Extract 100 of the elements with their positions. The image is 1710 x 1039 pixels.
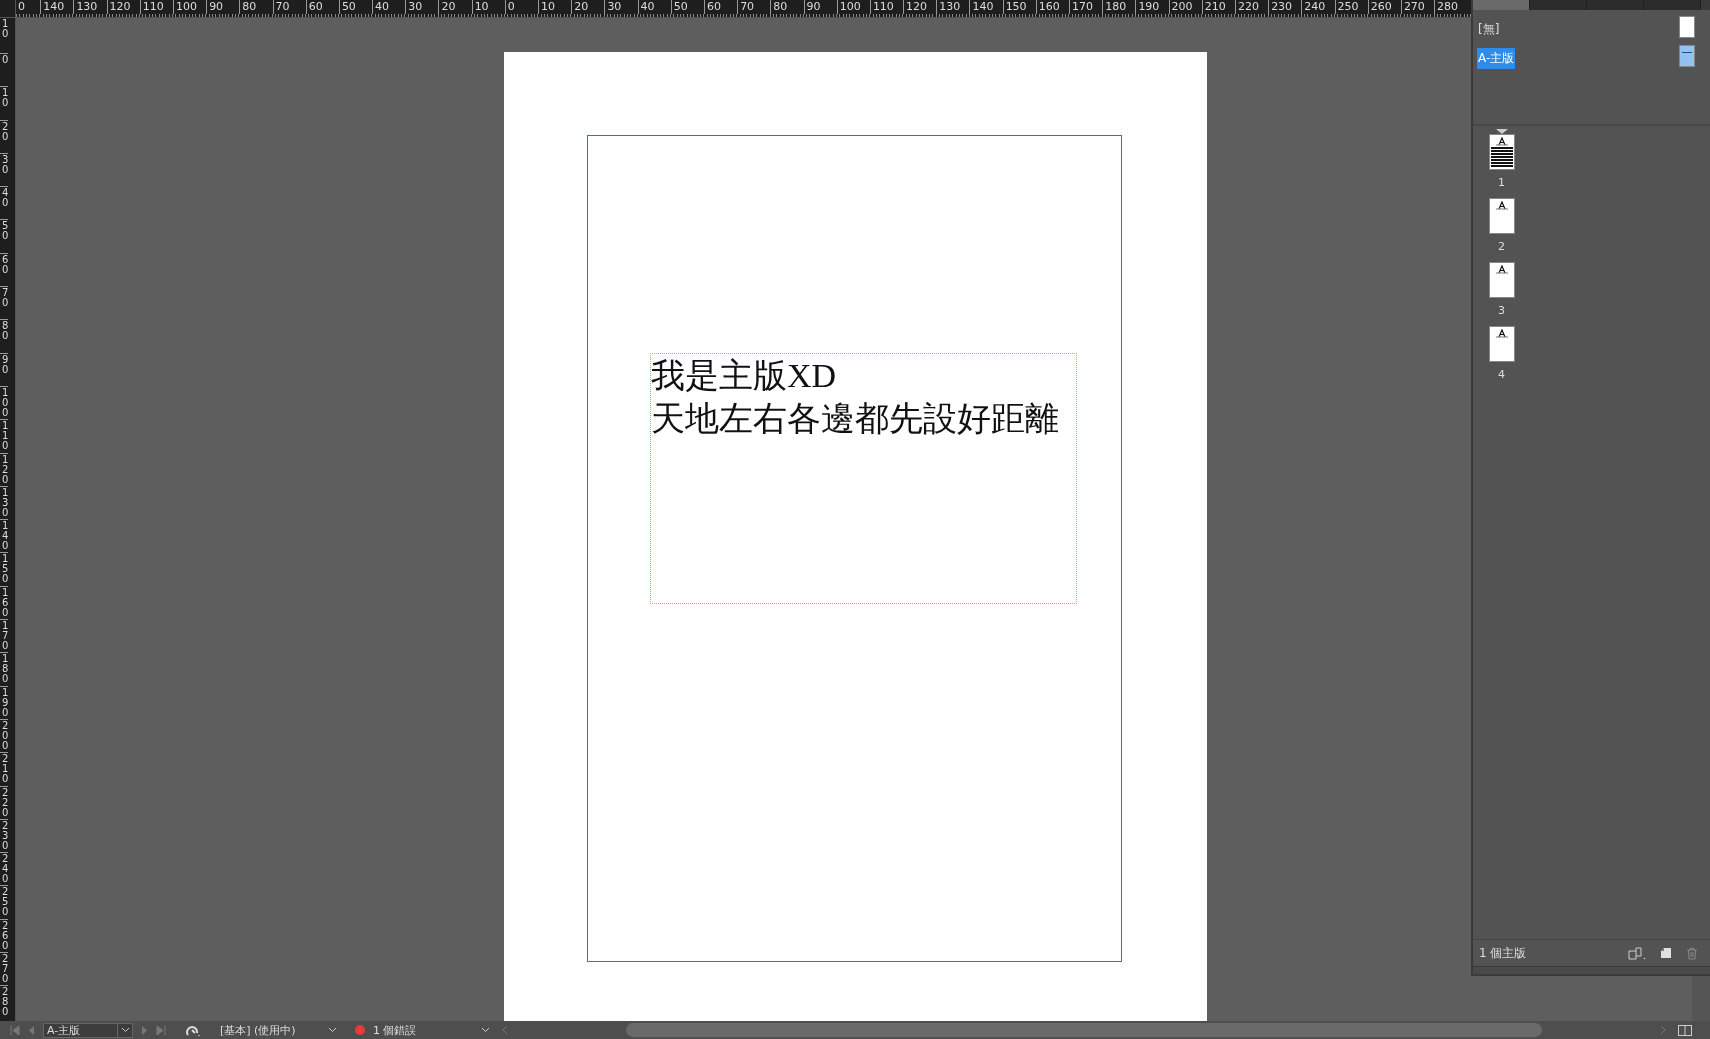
page-number: 2 <box>1498 240 1505 253</box>
ruler-label: 120 <box>903 0 937 14</box>
ruler-label: 230 <box>1268 0 1302 14</box>
ruler-label: 150 <box>1002 0 1036 14</box>
ruler-label: 170 <box>1069 0 1103 14</box>
ruler-label: 40 <box>637 0 671 14</box>
ruler-label: 120 <box>106 0 140 14</box>
ruler-label: 100 <box>836 0 870 14</box>
caret-icon <box>117 1023 132 1037</box>
ruler-label: 200 <box>0 718 8 753</box>
ruler-label: 60 <box>305 0 339 14</box>
ruler-label: 260 <box>0 918 8 952</box>
ruler-label: 120 <box>0 452 8 486</box>
caret-icon[interactable] <box>481 1027 490 1033</box>
ruler-label: 10 <box>538 0 572 14</box>
ruler-label: 100 <box>172 0 207 14</box>
ruler-label: 150 <box>0 552 8 586</box>
ruler-label: 180 <box>1102 0 1136 14</box>
ruler-label: 110 <box>139 0 173 14</box>
ruler-label: 200 <box>1168 0 1202 14</box>
page-size-icon[interactable] <box>1628 946 1646 960</box>
master-thumbnail[interactable] <box>1679 45 1695 67</box>
ruler-label: 20 <box>0 119 8 153</box>
ruler-label: 40 <box>0 186 8 220</box>
new-page-icon[interactable] <box>1660 947 1672 959</box>
error-count[interactable]: 1 個錯誤 <box>373 1022 473 1038</box>
page-thumbnail[interactable] <box>1489 134 1515 170</box>
resize-grip[interactable] <box>1473 966 1710 974</box>
page-dropdown[interactable]: A-主版 <box>43 1022 133 1038</box>
ruler-label: 100 <box>0 385 8 420</box>
ruler-label: 50 <box>670 0 704 14</box>
ruler-label: 180 <box>0 652 8 686</box>
page-thumbnail[interactable] <box>1489 326 1515 362</box>
ruler-label: 240 <box>0 852 8 886</box>
ruler-label: 130 <box>0 485 8 520</box>
last-page-icon[interactable] <box>156 1025 166 1035</box>
trash-icon[interactable] <box>1686 946 1698 960</box>
ruler-label: 80 <box>0 319 8 353</box>
ruler-label: 250 <box>1334 0 1368 14</box>
ruler-label: 130 <box>936 0 970 14</box>
ruler-label: 210 <box>0 752 8 786</box>
ruler-label: 160 <box>1035 0 1069 14</box>
split-view-icon[interactable] <box>1678 1024 1692 1036</box>
ruler-label: 210 <box>1201 0 1235 14</box>
scroll-right-icon[interactable] <box>1660 1025 1666 1035</box>
ruler-label: 50 <box>0 219 8 253</box>
ruler-label: 110 <box>869 0 904 14</box>
next-page-icon[interactable] <box>141 1025 148 1035</box>
caret-icon[interactable] <box>328 1027 337 1033</box>
ruler-label: 50 <box>338 0 373 14</box>
ruler-label: 80 <box>239 0 273 14</box>
ruler-label: 250 <box>0 885 8 919</box>
page-number: 4 <box>1498 368 1505 381</box>
ruler-label: 60 <box>703 0 738 14</box>
ruler-label: 130 <box>73 0 107 14</box>
master-item[interactable]: A-主版 <box>1477 48 1516 69</box>
ruler-label: 20 <box>571 0 605 14</box>
ruler-label: 40 <box>372 0 406 14</box>
page-thumbnail[interactable] <box>1489 262 1515 298</box>
text-frame[interactable]: 我是主版XD 天地左右各邊都先設好距離 <box>650 353 1077 604</box>
previous-page-icon[interactable] <box>28 1025 35 1035</box>
ruler-label: 80 <box>770 0 804 14</box>
page-number: 1 <box>1498 176 1505 189</box>
scroll-left-icon[interactable] <box>502 1025 508 1035</box>
ruler-label: 280 <box>1434 0 1468 14</box>
ruler-label: 10 <box>471 0 505 14</box>
error-status-icon <box>355 1025 365 1035</box>
ruler-label: 260 <box>1367 0 1401 14</box>
ruler-label: 90 <box>0 352 8 386</box>
vertical-scrollbar[interactable] <box>1692 976 1710 1021</box>
ruler-label: 170 <box>0 619 8 653</box>
ruler-label: 270 <box>0 952 8 986</box>
ruler-label: 140 <box>40 0 74 14</box>
ruler-label: 0 <box>504 0 538 14</box>
ruler-label: 220 <box>0 785 8 819</box>
preflight-profile-dropdown[interactable]: [基本] (使用中) <box>220 1022 320 1038</box>
preflight-icon[interactable] <box>186 1023 202 1037</box>
ruler-label: 20 <box>438 0 472 14</box>
master-thumbnail[interactable] <box>1679 16 1695 38</box>
ruler-label: 0 <box>17 0 26 14</box>
ruler-label: 90 <box>206 0 240 14</box>
page-thumbnail[interactable] <box>1489 198 1515 234</box>
horizontal-scrollbar[interactable] <box>626 1023 1542 1037</box>
page-number: 3 <box>1498 304 1505 317</box>
first-page-icon[interactable] <box>10 1025 20 1035</box>
ruler-label: 30 <box>405 0 439 14</box>
master-count: 1 個主版 <box>1479 944 1528 962</box>
text-line: 我是主版XD <box>651 356 838 396</box>
ruler-label: 140 <box>969 0 1003 14</box>
ruler-label: 30 <box>604 0 638 14</box>
letter-a-icon <box>1496 265 1508 274</box>
ruler-label: 140 <box>0 519 8 553</box>
ruler-label: 0 <box>0 53 8 87</box>
ruler-label: 230 <box>0 818 8 853</box>
master-item[interactable]: [無] <box>1477 19 1501 40</box>
letter-a-icon <box>1496 137 1508 146</box>
ruler-label: 270 <box>1400 0 1435 14</box>
ruler-label: 190 <box>0 685 8 719</box>
ruler-label: 70 <box>0 286 8 320</box>
letter-a-icon <box>1496 201 1508 210</box>
